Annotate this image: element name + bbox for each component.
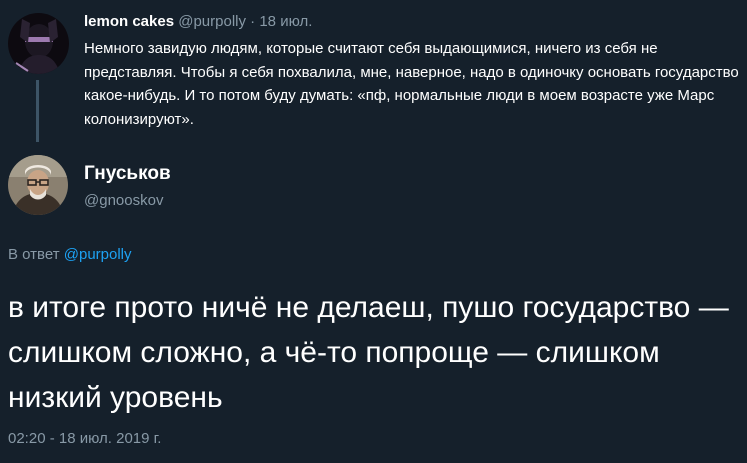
parent-author-name[interactable]: lemon cakes bbox=[84, 13, 174, 30]
main-avatar-image bbox=[8, 155, 68, 215]
reply-context: В ответ @purpolly bbox=[8, 245, 132, 265]
parent-tweet-date[interactable]: 18 июл. bbox=[259, 13, 312, 30]
thread-connector-line bbox=[36, 80, 39, 142]
header-separator: · bbox=[250, 13, 256, 30]
parent-avatar[interactable] bbox=[8, 13, 69, 74]
reply-handle-link[interactable]: @purpolly bbox=[64, 246, 132, 263]
parent-avatar-image bbox=[8, 13, 69, 74]
parent-tweet-header: lemon cakes @purpolly · 18 июл. bbox=[84, 12, 312, 32]
parent-author-handle[interactable]: @purpolly bbox=[178, 13, 246, 30]
main-author-handle[interactable]: @gnooskov bbox=[84, 191, 163, 211]
tweet-page: lemon cakes @purpolly · 18 июл. Немного … bbox=[0, 0, 747, 463]
reply-label: В ответ bbox=[8, 246, 60, 263]
tweet-timestamp[interactable]: 02:20 - 18 июл. 2019 г. bbox=[8, 429, 161, 449]
main-avatar[interactable] bbox=[8, 155, 68, 215]
main-tweet-text: в итоге прото ничё не делаеш, пушо госуд… bbox=[8, 291, 729, 414]
parent-tweet-text: Немного завидую людям, которые считают с… bbox=[84, 40, 739, 128]
main-author-name[interactable]: Гнуськов bbox=[84, 162, 171, 186]
